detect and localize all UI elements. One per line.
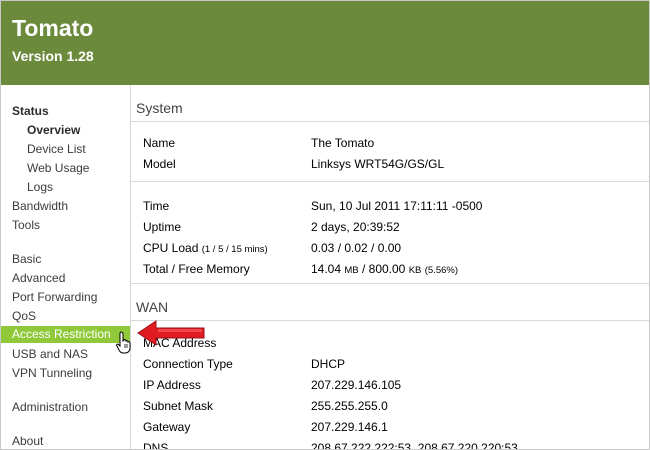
hand-cursor-icon [116,331,131,354]
nav-bandwidth[interactable]: Bandwidth [12,199,68,213]
nav-device-list[interactable]: Device List [27,142,86,156]
row-divider [131,181,649,182]
row-mac-address: MAC Address [131,336,649,357]
sidebar-nav: Status Overview Device List Web Usage Lo… [1,85,131,449]
nav-administration[interactable]: Administration [12,400,88,414]
memory-label: Total / Free Memory [143,262,250,276]
system-section-title: System [136,100,183,116]
row-ip-address: IP Address 207.229.146.105 [131,378,649,399]
mem-total: 14.04 [311,262,342,276]
mem-total-unit: MB [344,265,359,276]
nav-web-usage[interactable]: Web Usage [27,161,89,175]
cpu-label-group: CPU Load (1 / 5 / 15 mins) [143,241,268,255]
gateway-value: 207.229.146.1 [311,420,388,434]
row-time: Time Sun, 10 Jul 2011 17:11:11 -0500 [131,199,649,220]
nav-basic[interactable]: Basic [12,252,41,266]
app-version: Version 1.28 [12,48,94,64]
wan-section-title: WAN [136,299,169,315]
row-model: Model Linksys WRT54G/GS/GL [131,157,649,178]
nav-status[interactable]: Status [12,104,49,118]
nav-access-restriction[interactable]: Access Restriction [1,326,130,343]
memory-value: 14.04 MB / 800.00 KB (5.56%) [311,262,458,276]
uptime-value: 2 days, 20:39:52 [311,220,400,234]
row-gateway: Gateway 207.229.146.1 [131,420,649,441]
row-dns: DNS 208.67.222.222:53, 208.67.220.220:53 [131,441,649,450]
time-label: Time [143,199,170,213]
nav-advanced[interactable]: Advanced [12,271,65,285]
app-title: Tomato [12,15,94,41]
row-connection-type: Connection Type DHCP [131,357,649,378]
nav-about[interactable]: About [12,434,43,448]
mem-separator: / [361,262,366,276]
section-divider [131,283,649,284]
time-value: Sun, 10 Jul 2011 17:11:11 -0500 [311,199,483,213]
mask-label: Subnet Mask [143,399,214,413]
mem-free: 800.00 [368,262,406,276]
section-divider [131,121,649,122]
mem-free-unit: KB [408,265,422,276]
ip-value: 207.229.146.105 [311,378,402,392]
conn-label: Connection Type [143,357,233,371]
cpu-value: 0.03 / 0.02 / 0.00 [311,241,402,255]
nav-tools[interactable]: Tools [12,218,40,232]
router-admin-window: Tomato Version 1.28 Status Overview Devi… [0,0,650,450]
uptime-label: Uptime [143,220,182,234]
model-value: Linksys WRT54G/GS/GL [311,157,445,171]
nav-port-forwarding[interactable]: Port Forwarding [12,290,97,304]
nav-overview[interactable]: Overview [27,123,80,137]
row-name: Name The Tomato [131,136,649,157]
header-banner: Tomato Version 1.28 [1,1,649,85]
row-uptime: Uptime 2 days, 20:39:52 [131,220,649,241]
section-divider [131,320,649,321]
conn-value: DHCP [311,357,346,371]
name-label: Name [143,136,176,150]
name-value: The Tomato [311,136,375,150]
row-cpu-load: CPU Load (1 / 5 / 15 mins) 0.03 / 0.02 /… [131,241,649,262]
nav-logs[interactable]: Logs [27,180,53,194]
nav-vpn-tunneling[interactable]: VPN Tunneling [12,366,92,380]
mem-percent: (5.56%) [424,265,458,276]
model-label: Model [143,157,176,171]
red-arrow-icon [137,320,205,346]
dns-value: 208.67.222.222:53, 208.67.220.220:53 [311,441,518,450]
cpu-label: CPU Load [143,241,199,255]
nav-usb-nas[interactable]: USB and NAS [12,347,88,361]
nav-qos[interactable]: QoS [12,309,36,323]
row-subnet-mask: Subnet Mask 255.255.255.0 [131,399,649,420]
dns-label: DNS [143,441,169,450]
mask-value: 255.255.255.0 [311,399,388,413]
ip-label: IP Address [143,378,201,392]
row-memory: Total / Free Memory 14.04 MB / 800.00 KB… [131,262,649,283]
cpu-hint: (1 / 5 / 15 mins) [201,244,268,255]
gateway-label: Gateway [143,420,191,434]
main-content: System Name The Tomato Model Linksys WRT… [131,85,649,449]
